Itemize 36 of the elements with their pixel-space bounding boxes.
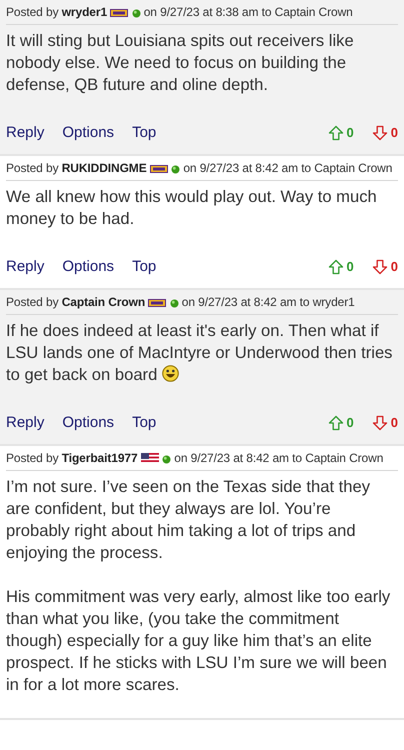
up-arrow-icon	[328, 259, 344, 275]
author-name: Tigerbait1977	[62, 451, 138, 465]
post-text: If he does indeed at least it's early on. Then what if LSU lands one of MacIntyre or Underwood then tries to get back on board	[6, 320, 394, 386]
post-action-link[interactable]: Options	[62, 412, 114, 434]
up-arrow-icon	[328, 415, 344, 431]
post-text: His commitment was very early, almost like too early than what you like, (you take the commitment though) especially for a guy like him that’s an elite prospect. If he sticks with LSU I’m sure we will been in for a lot more scares.	[6, 586, 392, 696]
posted-by-label: Posted by	[6, 5, 58, 19]
post-meta: on 9/27/23 at 8:42 am to Captain Crown	[183, 161, 392, 175]
post-action-link[interactable]: Reply	[6, 122, 44, 144]
post-action-link[interactable]: Reply	[6, 412, 44, 434]
down-arrow-icon	[372, 415, 388, 431]
post-action-link[interactable]: Top	[132, 412, 156, 434]
downvote-button[interactable]: 0	[372, 123, 398, 143]
posted-by-label: Posted by	[6, 451, 58, 465]
post-action-link[interactable]: Top	[132, 122, 156, 144]
upvote-button[interactable]: 0	[328, 257, 354, 277]
post-meta: on 9/27/23 at 8:42 am to wryder1	[182, 295, 355, 309]
post-meta: on 9/27/23 at 8:42 am to Captain Crown	[174, 451, 384, 465]
up-arrow-icon	[328, 125, 344, 141]
author-name: Captain Crown	[62, 295, 146, 309]
posted-by-label: Posted by	[6, 295, 58, 309]
post-meta: on 9/27/23 at 8:38 am to Captain Crown	[144, 5, 353, 19]
post-action-link[interactable]: Reply	[6, 256, 44, 278]
post-action-link[interactable]: Options	[62, 256, 114, 278]
down-arrow-icon	[372, 259, 388, 275]
down-arrow-icon	[372, 125, 388, 141]
post-action-link[interactable]: Options	[62, 122, 114, 144]
post-text: It will sting but Louisiana spits out receivers like nobody else. We need to focus on building the defense, QB future and oline depth.	[6, 30, 355, 96]
downvote-button[interactable]: 0	[372, 413, 398, 433]
downvote-button[interactable]: 0	[372, 257, 398, 277]
posted-by-label: Posted by	[6, 161, 58, 175]
post-text: We all knew how this would play out. Way to much money to be had.	[6, 186, 378, 230]
author-name: RUKIDDINGME	[62, 161, 147, 175]
post-action-link[interactable]: Top	[132, 256, 156, 278]
author-name: wryder1	[62, 5, 108, 19]
post-text: I’m not sure. I’ve seen on the Texas side that they are confident, but they always are lol. You’re probably right about him taking a lot of trips and enjoying the process.	[6, 476, 372, 564]
